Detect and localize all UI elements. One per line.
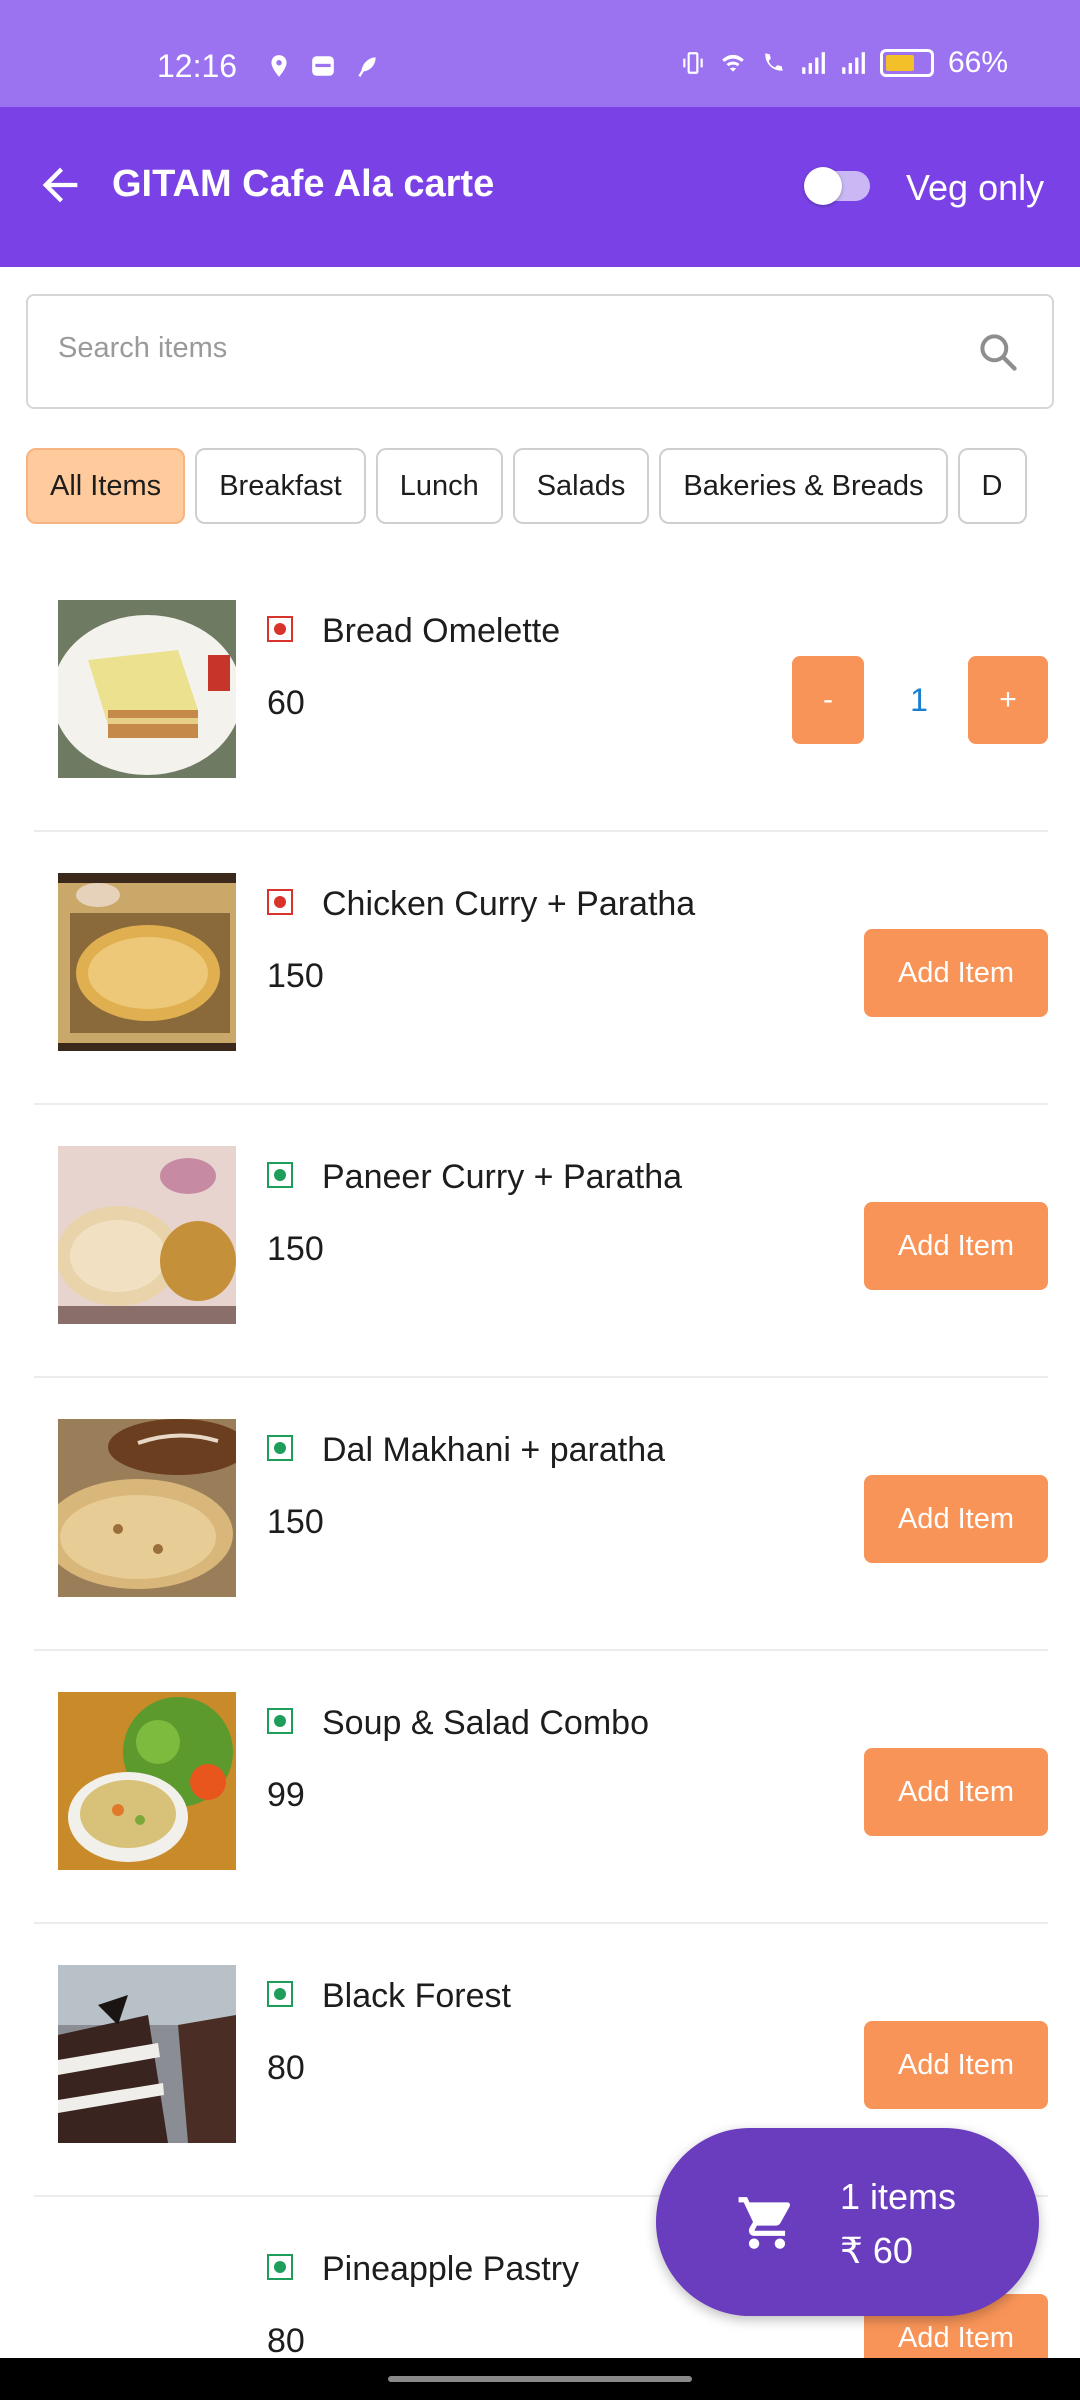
bread-omelette-image [58,600,236,778]
item-price: 150 [267,1230,324,1268]
search-bar[interactable] [26,294,1054,409]
veg-only-toggle[interactable] [804,167,870,205]
add-item-button[interactable]: Add Item [864,1475,1048,1563]
item-price: 60 [267,684,305,722]
category-chips: All Items Breakfast Lunch Salads Bakeries & … [26,448,1054,526]
menu-item: Bread Omelette 60 - 1 + [34,560,1048,832]
signal-icon [802,52,825,74]
toggle-knob [804,167,842,205]
system-icons: 66% [680,46,1008,80]
app-notification-icon [312,56,334,76]
wifi-calling-icon [765,53,783,71]
item-name: Paneer Curry + Paratha [322,1158,683,1196]
add-item-button[interactable]: Add Item [864,1748,1048,1836]
wifi-icon [722,54,744,72]
veg-icon [267,1162,293,1188]
vibrate-icon [683,52,703,74]
add-item-button[interactable]: Add Item [864,929,1048,1017]
menu-item: Dal Makhani + paratha 150 Add Item [34,1379,1048,1651]
menu-item: Paneer Curry + Paratha 150 Add Item [34,1106,1048,1378]
search-input[interactable] [58,332,958,365]
cart-total: ₹ 60 [840,2230,913,2271]
chip-breakfast[interactable]: Breakfast [195,448,366,524]
battery-level [885,55,914,71]
item-name: Dal Makhani + paratha [322,1431,666,1469]
menu-item: Soup & Salad Combo 99 Add Item [34,1652,1048,1924]
item-price: 150 [267,957,324,995]
quantity-value: 1 [910,682,928,718]
non-veg-icon [267,616,293,642]
shopping-cart-icon [738,2197,790,2249]
non-veg-icon [267,889,293,915]
search-icon[interactable] [976,330,1020,374]
page-title: GITAM Cafe Ala carte [112,163,495,205]
veg-only-label: Veg only [906,167,1045,208]
paneer-curry-paratha-image [58,1146,236,1324]
feather-icon [358,57,376,77]
item-price: 99 [267,1776,305,1814]
item-price: 80 [267,2322,305,2360]
battery-icon [879,49,934,77]
home-gesture-handle[interactable] [388,2376,692,2382]
item-name: Bread Omelette [322,612,561,650]
status-time: 12:16 [157,48,238,84]
cart-item-count: 1 items [840,2176,957,2217]
add-item-button[interactable]: Add Item [864,2021,1048,2109]
chip-salads[interactable]: Salads [512,448,650,524]
dal-makhani-paratha-image [58,1419,236,1597]
item-name: Black Forest [322,1977,511,2015]
battery-percent: 66% [947,46,1008,79]
menu-item: Chicken Curry + Paratha 150 Add Item [34,833,1048,1105]
black-forest-image [58,1965,236,2143]
app-bar: GITAM Cafe Ala carte Veg only [0,107,1080,267]
soup-salad-combo-image [58,1692,236,1870]
system-nav-bar [0,2358,1080,2400]
increase-quantity-button[interactable]: + [968,656,1048,744]
notification-icons [266,52,380,80]
item-name: Soup & Salad Combo [322,1704,649,1742]
chip-more[interactable]: D [957,448,1027,524]
veg-icon [267,1981,293,2007]
back-arrow-icon[interactable] [34,159,86,211]
item-price: 80 [267,2049,305,2087]
veg-icon [267,1708,293,1734]
signal-icon-2 [842,52,865,74]
view-cart-button[interactable]: 1 items ₹ 60 [656,2128,1039,2316]
item-name: Chicken Curry + Paratha [322,885,696,923]
status-bar: 12:16 66% [0,0,1080,107]
add-item-button[interactable]: Add Item [864,1202,1048,1290]
chip-lunch[interactable]: Lunch [375,448,503,524]
chip-bakeries-breads[interactable]: Bakeries & Breads [659,448,948,524]
chip-all-items[interactable]: All Items [26,448,186,524]
item-price: 150 [267,1503,324,1541]
veg-icon [267,1435,293,1461]
location-icon [271,55,287,77]
chicken-curry-paratha-image [58,873,236,1051]
decrease-quantity-button[interactable]: - [792,656,864,744]
veg-icon [267,2254,293,2280]
item-name: Pineapple Pastry [322,2250,580,2288]
